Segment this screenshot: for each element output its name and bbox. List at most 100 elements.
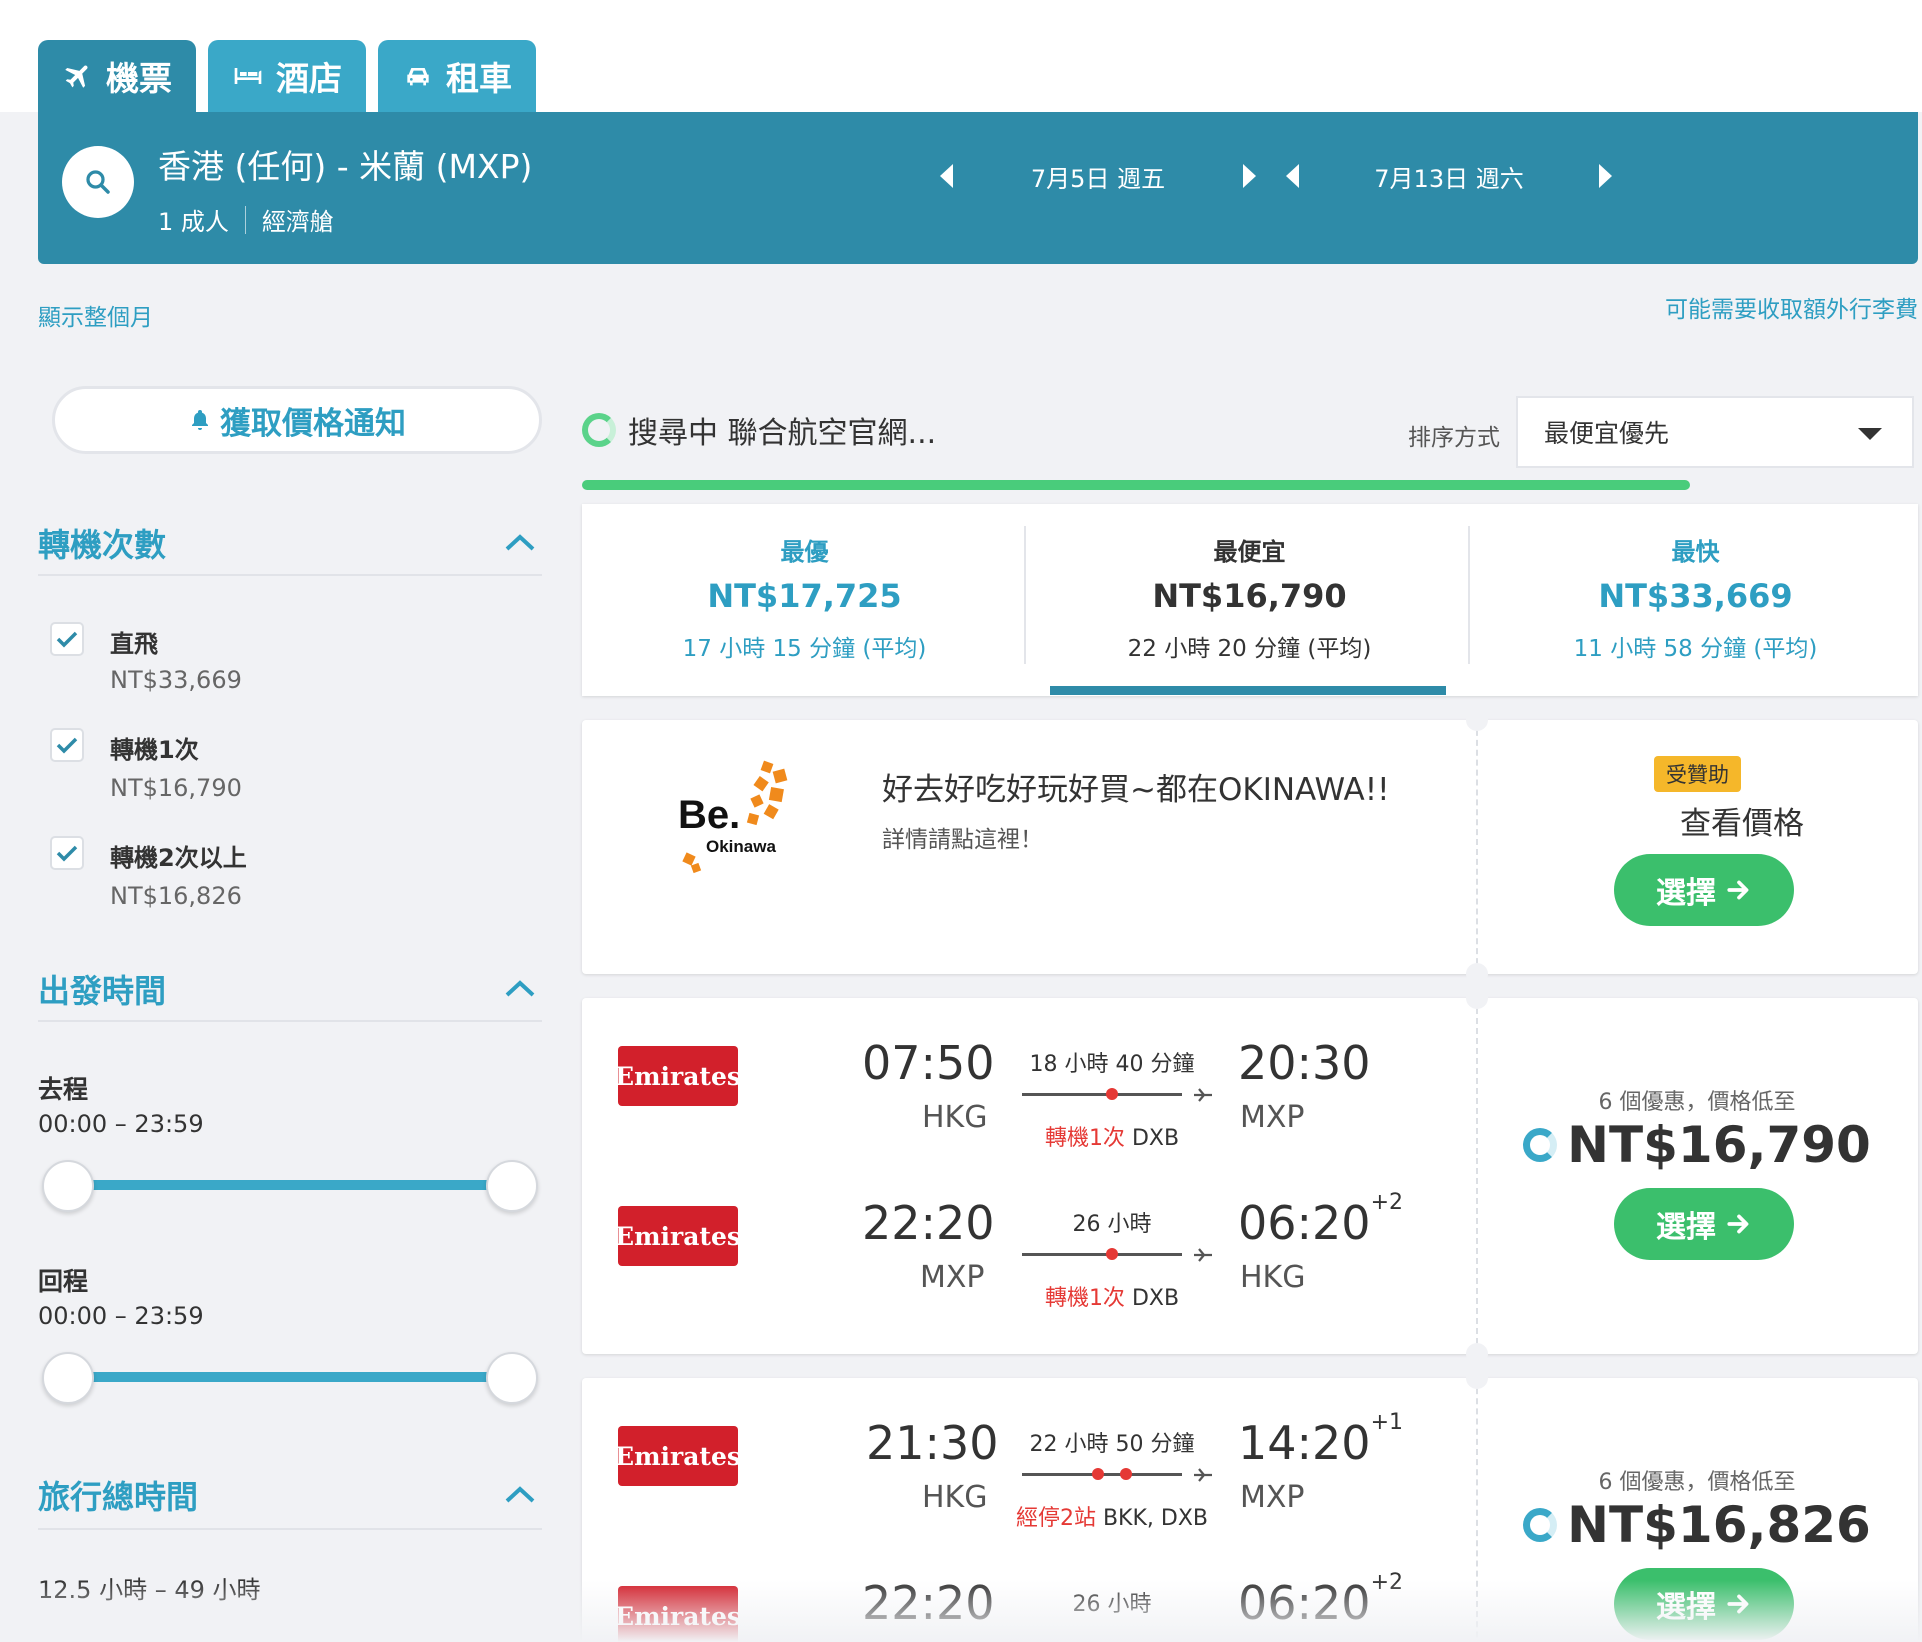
prev-return-date-button[interactable]	[1286, 164, 1299, 188]
stop-airports: DXB	[1131, 1126, 1180, 1151]
chevron-up-icon[interactable]	[504, 978, 536, 998]
departure-time-filter-title[interactable]: 出發時間	[38, 966, 166, 1012]
stops-one-checkbox[interactable]	[50, 728, 84, 762]
select-button-label: 選擇	[1656, 1590, 1716, 1625]
departure-time: 22:20	[862, 1196, 995, 1250]
plane-icon	[1194, 1088, 1212, 1102]
sort-summary-tabs: 最優 NT$17,725 17 小時 15 分鐘 (平均) 最便宜 NT$16,…	[582, 504, 1918, 696]
arrival-time: 06:20+2	[1238, 1190, 1403, 1250]
tab-cheapest-price: NT$16,790	[1152, 577, 1347, 615]
departure-time: 21:30	[866, 1416, 999, 1470]
return-slider-min-handle[interactable]	[42, 1352, 94, 1404]
depart-date-picker: 7月5日 週五	[940, 148, 1268, 204]
ticket-notch	[1466, 1343, 1488, 1365]
tab-flights-label: 機票	[106, 59, 172, 98]
next-depart-date-button[interactable]	[1243, 164, 1256, 188]
deals-count: 6 個優惠，價格低至	[1598, 1090, 1796, 1115]
sort-label: 排序方式	[1408, 425, 1500, 451]
sort-select[interactable]: 最便宜優先	[1516, 396, 1914, 468]
result-price-value: NT$16,790	[1567, 1116, 1871, 1174]
baggage-fee-link[interactable]: 可能需要收取額外行李費	[1665, 290, 1918, 324]
tab-cheapest[interactable]: 最便宜 NT$16,790 22 小時 20 分鐘 (平均)	[1027, 504, 1472, 696]
arrow-right-icon	[1727, 880, 1749, 900]
tab-best-price: NT$17,725	[707, 577, 902, 615]
outbound-slider-max-handle[interactable]	[486, 1160, 538, 1212]
sort-value: 最便宜優先	[1544, 419, 1670, 448]
deals-count: 6 個優惠，價格低至	[1598, 1470, 1796, 1495]
show-month-link[interactable]: 顯示整個月	[38, 298, 153, 332]
search-button[interactable]	[62, 146, 134, 218]
day-offset: +1	[1370, 1410, 1404, 1435]
tab-flights[interactable]: 機票	[38, 40, 196, 112]
car-icon	[407, 68, 429, 86]
chevron-up-icon[interactable]	[504, 532, 536, 552]
select-flight-button[interactable]: 選擇	[1614, 1568, 1794, 1640]
tab-hotels[interactable]: 酒店	[208, 40, 366, 112]
result-price-value: NT$16,826	[1567, 1496, 1871, 1554]
prev-depart-date-button[interactable]	[940, 164, 953, 188]
check-icon	[56, 737, 78, 754]
bed-icon	[234, 68, 262, 84]
stops-filter-title[interactable]: 轉機次數	[38, 520, 166, 566]
arrival-time: 20:30	[1238, 1036, 1371, 1090]
arrival-airport: HKG	[1240, 1260, 1306, 1295]
stop-dot	[1120, 1468, 1132, 1480]
passenger-cabin[interactable]: 1 成人 經濟艙	[158, 202, 334, 237]
return-slider-max-handle[interactable]	[486, 1352, 538, 1404]
return-time-slider-track[interactable]	[70, 1372, 512, 1382]
route-text[interactable]: 香港 (任何) - 米蘭 (MXP)	[158, 140, 532, 188]
stop-dot	[1106, 1248, 1118, 1260]
tab-fastest[interactable]: 最快 NT$33,669 11 小時 58 分鐘 (平均)	[1473, 504, 1918, 696]
divider	[1468, 526, 1470, 664]
stops-info: 經停2站 BKK, DXB	[1002, 1500, 1222, 1532]
airline-logo: Emirates	[615, 1046, 741, 1106]
divider	[38, 1528, 542, 1530]
stops-one-label[interactable]: 轉機1次	[110, 730, 199, 765]
next-return-date-button[interactable]	[1599, 164, 1612, 188]
divider	[244, 205, 246, 234]
ad-subtitle[interactable]: 詳情請點這裡！	[882, 820, 1043, 854]
outbound-slider-min-handle[interactable]	[42, 1160, 94, 1212]
tab-best-label: 最優	[780, 538, 829, 566]
flight-duration: 22 小時 50 分鐘	[1029, 1432, 1195, 1457]
outbound-label: 去程	[38, 1075, 89, 1104]
ad-title[interactable]: 好去好吃好玩好買~都在OKINAWA!!	[882, 764, 1390, 809]
plane-icon	[65, 65, 88, 88]
search-status: 搜尋中 聯合航空官網...	[582, 408, 936, 452]
stops-two-plus-checkbox[interactable]	[50, 836, 84, 870]
outbound-range: 00:00 – 23:59	[38, 1110, 204, 1138]
stops-direct-checkbox[interactable]	[50, 622, 84, 656]
departure-airport: MXP	[920, 1260, 985, 1295]
flight-result-card[interactable]: Emirates 07:50 HKG 18 小時 40 分鐘 20:30 MXP…	[582, 987, 1918, 1365]
stops-two-plus-label[interactable]: 轉機2次以上	[110, 838, 247, 873]
outbound-time-slider-track[interactable]	[70, 1180, 512, 1190]
chevron-up-icon[interactable]	[504, 1484, 536, 1504]
result-price: NT$16,790	[1476, 1116, 1918, 1174]
cabin-class: 經濟艙	[261, 208, 334, 236]
select-flight-button[interactable]: 選擇	[1614, 1188, 1794, 1260]
tab-cars[interactable]: 租車	[378, 40, 536, 112]
product-tabs: 機票 酒店 租車	[38, 40, 536, 112]
ticket-notch	[1466, 987, 1488, 1009]
loading-spinner-icon	[582, 413, 616, 447]
loading-spinner-icon	[1523, 1508, 1558, 1542]
stop-dot	[1092, 1468, 1104, 1480]
duration-filter-title[interactable]: 旅行總時間	[38, 1472, 198, 1518]
return-date[interactable]: 7月13日 週六	[1299, 159, 1599, 194]
flight-path-line	[1022, 1093, 1182, 1096]
flight-result-card[interactable]: Emirates 21:30 HKG 22 小時 50 分鐘 14:20+1 M…	[582, 1367, 1918, 1642]
stops-direct-price: NT$33,669	[110, 666, 242, 694]
flight-duration: 26 小時	[1072, 1592, 1152, 1617]
caret-down-icon	[1858, 428, 1882, 440]
stop-dot	[1106, 1088, 1118, 1100]
stops-direct-label[interactable]: 直飛	[110, 624, 158, 659]
stops-two-plus-price: NT$16,826	[110, 882, 242, 910]
sponsored-ad-card[interactable]: Be. Okinawa 好去好吃好玩好買~都在OKINAWA!! 詳情請點這裡！…	[582, 709, 1918, 985]
arrival-time: 06:20+2	[1238, 1570, 1403, 1630]
ad-select-button[interactable]: 選擇	[1614, 854, 1794, 926]
tab-best[interactable]: 最優 NT$17,725 17 小時 15 分鐘 (平均)	[582, 504, 1027, 696]
result-price: NT$16,826	[1476, 1496, 1918, 1554]
check-icon	[56, 845, 78, 862]
depart-date[interactable]: 7月5日 週五	[953, 159, 1243, 194]
price-alert-button[interactable]: 獲取價格通知	[52, 386, 542, 454]
